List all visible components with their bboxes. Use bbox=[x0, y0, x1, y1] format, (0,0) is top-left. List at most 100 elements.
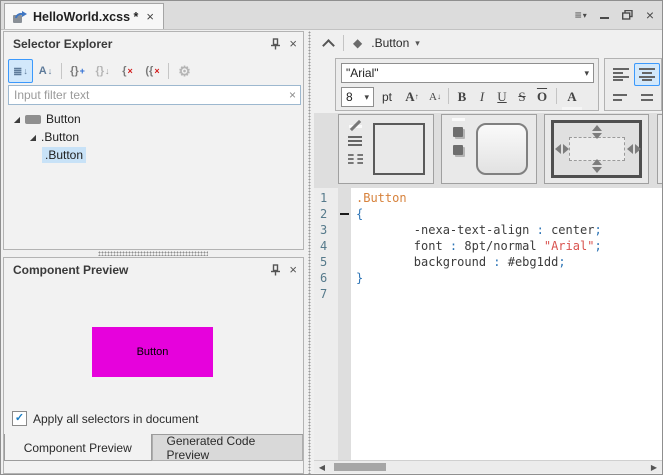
rounded-border-preview[interactable] bbox=[476, 123, 528, 175]
pin-icon[interactable] bbox=[270, 264, 281, 276]
fold-marker-icon[interactable] bbox=[340, 213, 349, 215]
tab-generated-code-preview[interactable]: Generated Code Preview bbox=[152, 435, 303, 461]
document-tab[interactable]: HelloWorld.xcss * × bbox=[4, 3, 164, 29]
font-family-combobox[interactable]: "Arial" ▾ bbox=[341, 63, 594, 83]
preview-tabs: Component Preview Generated Code Preview bbox=[4, 434, 303, 461]
component-icon bbox=[25, 115, 41, 124]
close-icon[interactable]: × bbox=[289, 38, 297, 50]
code-line: 6 } bbox=[314, 270, 662, 286]
shadow-style-icon[interactable] bbox=[452, 120, 465, 121]
component-preview-header: Component Preview × bbox=[4, 258, 303, 281]
code-line: 4 font : 8pt/normal "Arial"; bbox=[314, 238, 662, 254]
toolbar-separator bbox=[343, 35, 344, 51]
left-resize-arrows[interactable] bbox=[555, 144, 569, 154]
settings-button[interactable]: ⚙ bbox=[172, 59, 197, 83]
clear-filter-icon[interactable]: × bbox=[289, 88, 296, 102]
tab-component-preview[interactable]: Component Preview bbox=[4, 434, 152, 461]
check-icon: ✓ bbox=[15, 413, 24, 424]
strikethrough-button[interactable]: S bbox=[512, 86, 532, 107]
xcss-file-icon bbox=[12, 10, 27, 24]
checkbox[interactable]: ✓ bbox=[12, 411, 27, 426]
align-left-button[interactable] bbox=[608, 63, 634, 86]
sort-alphabetical-button[interactable]: A↓ bbox=[33, 59, 58, 83]
document-tabbar: HelloWorld.xcss * × ≡ ▾ × bbox=[1, 1, 662, 30]
scroll-left-icon[interactable]: ◀ bbox=[316, 462, 328, 473]
tree-item-dot-button[interactable]: ◢ .Button bbox=[4, 128, 303, 146]
tab-close-icon[interactable]: × bbox=[144, 10, 154, 23]
add-child-selector-icon: {} bbox=[95, 65, 104, 77]
align-center-button[interactable] bbox=[634, 63, 660, 86]
selector-explorer-header: Selector Explorer × bbox=[4, 32, 303, 55]
filter-input[interactable] bbox=[8, 85, 301, 105]
corner-style-group bbox=[441, 114, 537, 184]
right-resize-arrows[interactable] bbox=[627, 144, 641, 154]
vertical-splitter[interactable] bbox=[304, 31, 314, 474]
chevron-down-icon: ▾ bbox=[364, 92, 373, 103]
align-justify-button[interactable] bbox=[634, 86, 660, 109]
style-preview-strip bbox=[314, 113, 662, 188]
component-preview-panel: Component Preview × Button ✓ Apply all s… bbox=[3, 257, 304, 474]
add-child-selector-button[interactable]: {}↓ bbox=[90, 59, 115, 83]
minimize-icon[interactable] bbox=[600, 11, 609, 19]
dashed-style-icon[interactable] bbox=[348, 152, 363, 164]
style-editor-toolbar: ◆ .Button ▾ bbox=[314, 29, 662, 57]
code-editor[interactable]: 1 .Button 2 { 3 -nexa-text-align : cente… bbox=[314, 188, 662, 460]
align-right-button[interactable] bbox=[608, 86, 634, 109]
font-color-button[interactable]: A bbox=[562, 86, 582, 110]
tree-item-button[interactable]: ◢ Button bbox=[4, 110, 303, 128]
toolbar-separator bbox=[168, 63, 169, 79]
sort-selectors-button[interactable]: ≣↓ bbox=[8, 59, 33, 83]
splitter-grip bbox=[98, 251, 208, 256]
bold-button[interactable]: B bbox=[452, 86, 472, 107]
plain-style-icon[interactable] bbox=[453, 145, 463, 155]
selected-tree-label: .Button bbox=[42, 147, 86, 163]
add-selector-button[interactable]: {}+ bbox=[65, 59, 90, 83]
unit-label: pt bbox=[382, 90, 392, 104]
expander-icon[interactable]: ◢ bbox=[12, 115, 22, 124]
horizontal-scrollbar[interactable]: ◀ ▶ bbox=[314, 460, 662, 473]
underline-button[interactable]: U bbox=[492, 86, 512, 107]
tree-item-dot-button-child[interactable]: .Button bbox=[4, 146, 303, 164]
code-line: 1 .Button bbox=[314, 190, 662, 206]
margin-box-preview[interactable] bbox=[551, 120, 642, 178]
horizontal-splitter[interactable] bbox=[3, 250, 303, 257]
decrease-font-button[interactable]: A↓ bbox=[424, 86, 446, 107]
code-line: 7 bbox=[314, 286, 662, 302]
apply-selectors-checkbox-row[interactable]: ✓ Apply all selectors in document bbox=[12, 411, 198, 426]
scrollbar-thumb[interactable] bbox=[334, 463, 386, 471]
overline-button[interactable]: O bbox=[532, 86, 552, 107]
edit-border-icon[interactable] bbox=[349, 120, 362, 128]
square-border-preview[interactable] bbox=[373, 123, 425, 175]
code-line: 5 background : #ebg1dd; bbox=[314, 254, 662, 270]
delete-all-selectors-button[interactable]: ({× bbox=[140, 59, 165, 83]
component-preview-title: Component Preview bbox=[13, 263, 262, 277]
close-icon[interactable]: × bbox=[289, 264, 297, 276]
window-close-icon[interactable]: × bbox=[646, 9, 654, 21]
scroll-right-icon[interactable]: ▶ bbox=[648, 462, 660, 473]
italic-button[interactable]: I bbox=[472, 86, 492, 107]
pin-icon[interactable] bbox=[270, 38, 281, 50]
increase-font-button[interactable]: A↑ bbox=[400, 86, 424, 107]
padding-box-preview[interactable] bbox=[569, 137, 625, 161]
delete-selector-button[interactable]: {× bbox=[115, 59, 140, 83]
align-right-icon bbox=[613, 94, 630, 102]
splitter-grip bbox=[308, 31, 311, 474]
app-window: HelloWorld.xcss * × ≡ ▾ × Selector Explo… bbox=[0, 0, 663, 475]
top-resize-arrows[interactable] bbox=[592, 125, 602, 139]
window-menu-icon[interactable]: ≡ ▾ bbox=[575, 8, 587, 22]
line-style-icon[interactable] bbox=[348, 134, 362, 146]
collapse-chevron-icon[interactable] bbox=[324, 40, 334, 47]
zoom-style-icon[interactable] bbox=[453, 127, 463, 137]
preview-button-component: Button bbox=[92, 327, 213, 377]
selector-dropdown[interactable]: .Button ▾ bbox=[371, 36, 420, 50]
chevron-down-icon: ▾ bbox=[415, 38, 420, 49]
expander-icon[interactable]: ◢ bbox=[28, 133, 38, 142]
toolbar-separator bbox=[61, 63, 62, 79]
selector-dropdown-label: .Button bbox=[371, 36, 409, 50]
bottom-resize-arrows[interactable] bbox=[592, 159, 602, 173]
restore-icon[interactable] bbox=[622, 10, 633, 20]
font-size-combobox[interactable]: 8 ▾ bbox=[341, 87, 374, 107]
add-selector-icon: {} bbox=[70, 65, 79, 77]
delete-all-selectors-icon: ({ bbox=[145, 65, 153, 77]
checkbox-label: Apply all selectors in document bbox=[33, 412, 198, 426]
